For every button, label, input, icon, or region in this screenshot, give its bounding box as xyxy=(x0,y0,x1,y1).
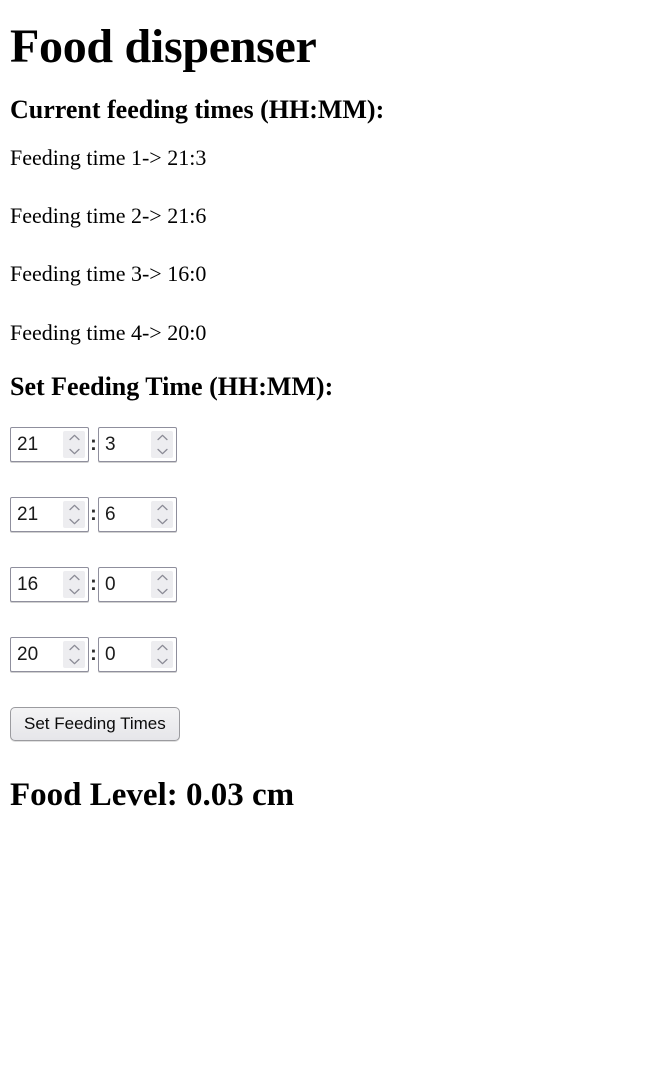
set-feeding-time-form: 21 : 3 21: 6 16: 0 20: 0 Set Feeding … xyxy=(8,426,652,742)
minute-input-3-value[interactable]: 0 xyxy=(99,568,150,601)
hour-input-1[interactable]: 21 xyxy=(10,426,89,462)
minute-input-4-value[interactable]: 0 xyxy=(99,638,150,671)
minute-spinner-2[interactable] xyxy=(151,500,173,528)
chevron-up-icon[interactable] xyxy=(63,431,85,445)
set-feeding-time-heading: Set Feeding Time (HH:MM): xyxy=(10,371,334,401)
feeding-time-line-4: Feeding time 4-> 20:0 xyxy=(10,319,207,345)
chevron-up-icon[interactable] xyxy=(63,641,85,655)
chevron-down-icon[interactable] xyxy=(63,584,85,598)
feeding-time-row-4: 20 : 0 xyxy=(10,636,652,672)
chevron-down-icon[interactable] xyxy=(151,444,173,458)
chevron-down-icon[interactable] xyxy=(151,584,173,598)
page-title: Food dispenser xyxy=(10,20,317,73)
chevron-down-icon[interactable] xyxy=(151,514,173,528)
current-feeding-times-list: Feeding time 1-> 21:3 Feeding time 2-> 2… xyxy=(8,145,652,345)
time-separator-4: : xyxy=(90,643,97,666)
chevron-down-icon[interactable] xyxy=(151,654,173,668)
hour-spinner-1[interactable] xyxy=(63,430,85,458)
chevron-up-icon[interactable] xyxy=(151,501,173,515)
hour-spinner-2[interactable] xyxy=(63,500,85,528)
feeding-time-line-3: Feeding time 3-> 16:0 xyxy=(10,261,207,287)
feeding-time-line-2: Feeding time 2-> 21:6 xyxy=(10,202,207,228)
hour-input-4[interactable]: 20 xyxy=(10,636,89,672)
chevron-up-icon[interactable] xyxy=(151,571,173,585)
hour-spinner-3[interactable] xyxy=(63,570,85,598)
hour-input-2-value[interactable]: 21 xyxy=(11,498,62,531)
chevron-up-icon[interactable] xyxy=(63,501,85,515)
hour-input-3[interactable]: 16 xyxy=(10,566,89,602)
page-root: Food dispenser Current feeding times (HH… xyxy=(0,20,660,815)
chevron-up-icon[interactable] xyxy=(63,571,85,585)
minute-spinner-4[interactable] xyxy=(151,640,173,668)
feeding-time-row-3: 16 : 0 xyxy=(10,566,652,602)
chevron-up-icon[interactable] xyxy=(151,431,173,445)
chevron-down-icon[interactable] xyxy=(63,654,85,668)
hour-input-3-value[interactable]: 16 xyxy=(11,568,62,601)
minute-input-4[interactable]: 0 xyxy=(98,636,177,672)
hour-input-2[interactable]: 21 xyxy=(10,496,89,532)
feeding-time-row-1: 21 : 3 xyxy=(10,426,652,462)
chevron-up-icon[interactable] xyxy=(151,641,173,655)
minute-spinner-1[interactable] xyxy=(151,430,173,458)
minute-input-1-value[interactable]: 3 xyxy=(99,428,150,461)
current-feeding-times-heading: Current feeding times (HH:MM): xyxy=(10,94,385,124)
set-feeding-times-button[interactable]: Set Feeding Times xyxy=(10,706,180,742)
time-separator-2: : xyxy=(90,503,97,526)
minute-spinner-3[interactable] xyxy=(151,570,173,598)
minute-input-3[interactable]: 0 xyxy=(98,566,177,602)
time-separator-1: : xyxy=(90,433,97,456)
food-level-heading: Food Level: 0.03 cm xyxy=(10,777,295,814)
minute-input-2[interactable]: 6 xyxy=(98,496,177,532)
hour-input-1-value[interactable]: 21 xyxy=(11,428,62,461)
chevron-down-icon[interactable] xyxy=(63,514,85,528)
minute-input-2-value[interactable]: 6 xyxy=(99,498,150,531)
minute-input-1[interactable]: 3 xyxy=(98,426,177,462)
hour-spinner-4[interactable] xyxy=(63,640,85,668)
time-separator-3: : xyxy=(90,573,97,596)
chevron-down-icon[interactable] xyxy=(63,444,85,458)
hour-input-4-value[interactable]: 20 xyxy=(11,638,62,671)
feeding-time-line-1: Feeding time 1-> 21:3 xyxy=(10,144,207,170)
feeding-time-row-2: 21 : 6 xyxy=(10,496,652,532)
